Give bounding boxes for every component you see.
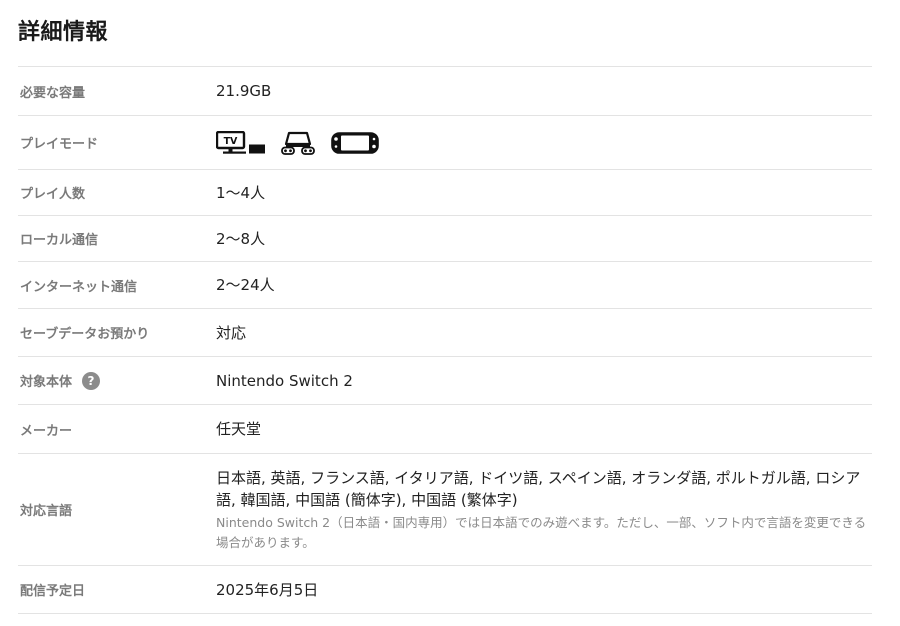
handheld-mode-icon xyxy=(330,131,380,155)
target-hardware-value: Nintendo Switch 2 xyxy=(216,371,353,390)
row-capacity: 必要な容量 21.9GB xyxy=(18,67,872,116)
languages-value: 日本語, 英語, フランス語, イタリア語, ドイツ語, スペイン語, オランダ… xyxy=(216,468,861,509)
details-table: 必要な容量 21.9GB プレイモード TV プレイ人数 1〜4人 ローカル通信… xyxy=(18,66,872,614)
row-play-mode: プレイモード TV xyxy=(18,116,872,170)
play-mode-label: プレイモード xyxy=(20,137,99,152)
row-languages: 対応言語 日本語, 英語, フランス語, イタリア語, ドイツ語, スペイン語,… xyxy=(18,454,872,566)
tabletop-mode-icon xyxy=(280,131,316,155)
row-maker: メーカー 任天堂 xyxy=(18,405,872,454)
save-data-label: セーブデータお預かり xyxy=(20,327,150,342)
internet-communication-value: 2〜24人 xyxy=(216,276,275,294)
languages-note: Nintendo Switch 2（日本語・国内専用）では日本語でのみ遊べます。… xyxy=(216,514,867,550)
section-title: 詳細情報 xyxy=(18,20,109,45)
tv-mode-icon: TV xyxy=(216,130,266,155)
row-players: プレイ人数 1〜4人 xyxy=(18,170,872,216)
release-date-value: 2025年6月5日 xyxy=(216,580,319,599)
capacity-value: 21.9GB xyxy=(216,82,272,100)
maker-label: メーカー xyxy=(20,423,73,439)
play-mode-value: TV xyxy=(216,130,872,155)
local-communication-label: ローカル通信 xyxy=(20,233,99,248)
languages-label: 対応言語 xyxy=(20,504,73,519)
local-communication-value: 2〜8人 xyxy=(216,229,266,248)
row-internet-communication: インターネット通信 2〜24人 xyxy=(18,262,872,309)
play-mode-icons: TV xyxy=(216,130,872,155)
release-date-label: 配信予定日 xyxy=(20,584,86,599)
target-hardware-label-wrap: 対象本体 ? xyxy=(18,371,216,390)
row-release-date: 配信予定日 2025年6月5日 xyxy=(18,566,872,614)
players-label: プレイ人数 xyxy=(20,187,86,202)
row-target-hardware: 対象本体 ? Nintendo Switch 2 xyxy=(18,357,872,405)
languages-value-wrap: 日本語, 英語, フランス語, イタリア語, ドイツ語, スペイン語, オランダ… xyxy=(216,467,872,553)
row-local-communication: ローカル通信 2〜8人 xyxy=(18,216,872,262)
svg-text:TV: TV xyxy=(224,136,238,147)
players-value: 1〜4人 xyxy=(216,183,266,202)
help-icon[interactable]: ? xyxy=(82,371,101,390)
capacity-label: 必要な容量 xyxy=(20,85,86,101)
maker-value: 任天堂 xyxy=(216,420,262,438)
details-section: 詳細情報 必要な容量 21.9GB プレイモード TV プレイ人数 1〜4人 ロ… xyxy=(0,0,900,626)
internet-communication-label: インターネット通信 xyxy=(20,279,138,295)
target-hardware-label: 対象本体 xyxy=(20,375,73,390)
save-data-value: 対応 xyxy=(216,323,247,342)
row-save-data: セーブデータお預かり 対応 xyxy=(18,309,872,357)
